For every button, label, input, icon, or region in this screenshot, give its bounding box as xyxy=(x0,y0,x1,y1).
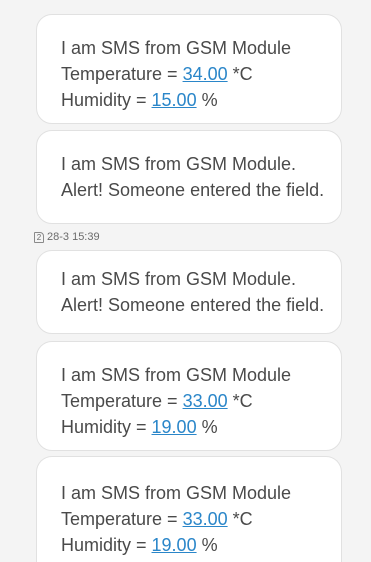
humidity-value-link[interactable]: 19.00 xyxy=(152,417,197,437)
humidity-unit: % xyxy=(196,90,218,110)
message-bubble[interactable]: I am SMS from GSM Module Temperature = 3… xyxy=(36,14,342,124)
humidity-unit: % xyxy=(196,417,218,437)
message-line: I am SMS from GSM Module xyxy=(61,483,292,503)
message-thread: I am SMS from GSM Module Temperature = 3… xyxy=(0,0,371,562)
humidity-line: Humidity = 15.00 % xyxy=(61,87,341,113)
message-bubble[interactable]: I am SMS from GSM Module. Alert! Someone… xyxy=(36,130,342,224)
timestamp-text: 28-3 15:39 xyxy=(47,231,100,243)
message-line: I am SMS from GSM Module. xyxy=(61,269,297,289)
temperature-label: Temperature = xyxy=(61,64,183,84)
humidity-value-link[interactable]: 15.00 xyxy=(152,90,197,110)
humidity-label: Humidity = xyxy=(61,535,152,555)
humidity-value-link[interactable]: 19.00 xyxy=(152,535,197,555)
message-line: I am SMS from GSM Module xyxy=(61,38,292,58)
message-line: I am SMS from GSM Module xyxy=(61,365,292,385)
alert-line: Alert! Someone entered the field. xyxy=(61,180,325,200)
temperature-value-link[interactable]: 33.00 xyxy=(183,391,228,411)
temperature-line: Temperature = 33.00 *C xyxy=(61,506,341,532)
alert-line: Alert! Someone entered the field. xyxy=(61,295,325,315)
temperature-unit: *C xyxy=(227,64,253,84)
sim-2-icon: 2 xyxy=(34,231,44,243)
temperature-unit: *C xyxy=(227,509,253,529)
humidity-line: Humidity = 19.00 % xyxy=(61,532,341,558)
temperature-label: Temperature = xyxy=(61,391,183,411)
temperature-label: Temperature = xyxy=(61,509,183,529)
message-line: I am SMS from GSM Module. xyxy=(61,154,297,174)
temperature-unit: *C xyxy=(227,391,253,411)
temperature-value-link[interactable]: 34.00 xyxy=(183,64,228,84)
temperature-line: Temperature = 34.00 *C xyxy=(61,61,341,87)
message-timestamp: 2 28-3 15:39 xyxy=(34,230,100,244)
humidity-line: Humidity = 19.00 % xyxy=(61,414,341,440)
temperature-line: Temperature = 33.00 *C xyxy=(61,388,341,414)
humidity-unit: % xyxy=(196,535,218,555)
humidity-label: Humidity = xyxy=(61,417,152,437)
message-bubble[interactable]: I am SMS from GSM Module Temperature = 3… xyxy=(36,341,342,451)
temperature-value-link[interactable]: 33.00 xyxy=(183,509,228,529)
humidity-label: Humidity = xyxy=(61,90,152,110)
message-bubble[interactable]: I am SMS from GSM Module Temperature = 3… xyxy=(36,456,342,562)
message-bubble[interactable]: I am SMS from GSM Module. Alert! Someone… xyxy=(36,250,342,334)
